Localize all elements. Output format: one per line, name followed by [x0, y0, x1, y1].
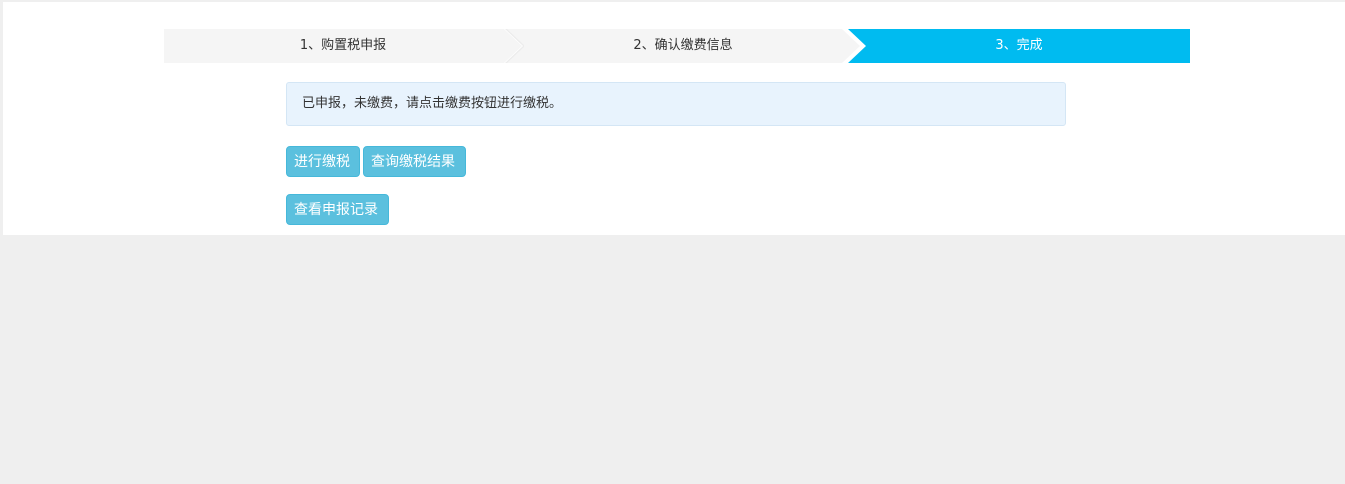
- step-1: 1、购置税申报: [164, 29, 522, 63]
- step-3-active: 3、完成: [848, 29, 1190, 63]
- progress-steps: 1、购置税申报 2、确认缴费信息 3、完成: [164, 29, 1190, 63]
- pay-tax-button[interactable]: 进行缴税: [286, 146, 360, 177]
- step-2: 2、确认缴费信息: [506, 29, 860, 63]
- alert-message: 已申报，未缴费，请点击缴费按钮进行缴税。: [302, 96, 563, 111]
- view-records-button[interactable]: 查看申报记录: [286, 194, 389, 225]
- status-alert: 已申报，未缴费，请点击缴费按钮进行缴税。: [286, 82, 1066, 126]
- query-result-button[interactable]: 查询缴税结果: [363, 146, 466, 177]
